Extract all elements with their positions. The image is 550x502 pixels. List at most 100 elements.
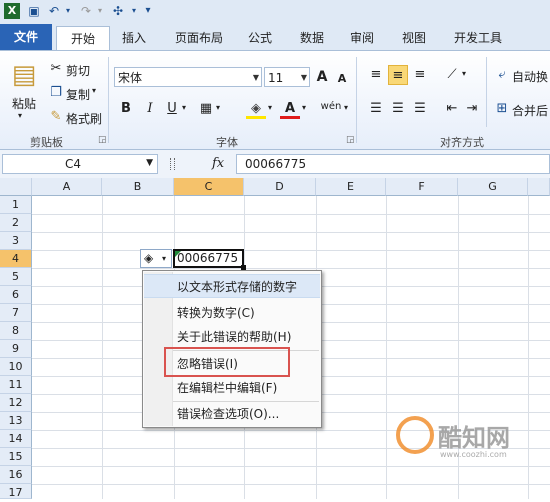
tab-developer[interactable]: 开发工具 bbox=[446, 26, 510, 50]
gridline bbox=[102, 196, 103, 499]
decrease-indent-icon[interactable]: ⇤ bbox=[442, 99, 462, 119]
font-launcher-icon[interactable]: ◲ bbox=[346, 135, 355, 145]
tab-page-layout[interactable]: 页面布局 bbox=[164, 26, 234, 50]
align-middle-icon[interactable]: ≡ bbox=[388, 65, 408, 85]
copy-button[interactable]: 复制 bbox=[66, 86, 90, 103]
select-all-corner[interactable] bbox=[0, 178, 32, 196]
shrink-font-icon[interactable]: A bbox=[332, 69, 352, 89]
row-header[interactable]: 7 bbox=[0, 304, 32, 322]
clipboard-group-label: 剪贴板 bbox=[30, 136, 63, 149]
row-header[interactable]: 11 bbox=[0, 376, 32, 394]
fill-color-dropdown-icon[interactable]: ▾ bbox=[268, 103, 272, 112]
italic-button[interactable]: I bbox=[140, 99, 160, 119]
warning-icon[interactable]: ◈ bbox=[144, 251, 153, 266]
row-header[interactable]: 9 bbox=[0, 340, 32, 358]
tab-file[interactable]: 文件 bbox=[0, 24, 52, 50]
clipboard-launcher-icon[interactable]: ◲ bbox=[98, 135, 107, 145]
copy-dropdown-icon[interactable]: ▾ bbox=[92, 86, 96, 95]
insert-function-icon[interactable]: fx bbox=[212, 156, 224, 171]
orientation-icon[interactable]: ⟋ bbox=[442, 65, 462, 85]
row-header[interactable]: 13 bbox=[0, 412, 32, 430]
tab-data[interactable]: 数据 bbox=[290, 26, 334, 50]
chevron-down-icon[interactable]: ▾ bbox=[162, 252, 166, 266]
borders-dropdown-icon[interactable]: ▾ bbox=[216, 103, 220, 112]
row-header[interactable]: 3 bbox=[0, 232, 32, 250]
redo-dropdown-icon[interactable]: ▾ bbox=[92, 3, 108, 19]
bold-button[interactable]: B bbox=[116, 99, 136, 119]
paste-dropdown-icon[interactable]: ▾ bbox=[18, 111, 22, 120]
chevron-down-icon[interactable]: ▼ bbox=[146, 158, 153, 168]
error-smart-tag[interactable]: ◈ ▾ bbox=[140, 249, 172, 268]
row-header[interactable]: 12 bbox=[0, 394, 32, 412]
tab-formulas[interactable]: 公式 bbox=[238, 26, 282, 50]
menu-item-convert-to-number[interactable]: 转换为数字(C) bbox=[144, 301, 320, 325]
align-right-icon[interactable]: ☰ bbox=[410, 99, 430, 119]
borders-icon[interactable]: ▦ bbox=[196, 99, 216, 119]
align-top-icon[interactable]: ≡ bbox=[366, 65, 386, 85]
row-header[interactable]: 17 bbox=[0, 484, 32, 499]
row-header[interactable]: 8 bbox=[0, 322, 32, 340]
column-header-a[interactable]: A bbox=[32, 178, 102, 196]
column-header-e[interactable]: E bbox=[316, 178, 386, 196]
chevron-down-icon[interactable]: ▼ bbox=[253, 68, 259, 88]
name-box[interactable]: C4 ▼ bbox=[2, 154, 158, 174]
chevron-down-icon[interactable]: ▼ bbox=[301, 68, 307, 88]
font-size-combo[interactable]: 11 ▼ bbox=[264, 67, 310, 87]
splitter-handle[interactable] bbox=[170, 158, 175, 170]
formula-input[interactable]: 00066775 bbox=[236, 154, 550, 174]
paste-button[interactable]: 粘贴 bbox=[12, 95, 36, 112]
menu-item-help[interactable]: 关于此错误的帮助(H) bbox=[144, 325, 320, 349]
column-header-d[interactable]: D bbox=[244, 178, 316, 196]
customize-qat-icon[interactable]: ▾ bbox=[140, 3, 156, 19]
increase-indent-icon[interactable]: ⇥ bbox=[462, 99, 482, 119]
row-header[interactable]: 14 bbox=[0, 430, 32, 448]
tools-icon[interactable]: ✣ bbox=[110, 3, 126, 19]
row-header[interactable]: 4 bbox=[0, 250, 32, 268]
orientation-dropdown-icon[interactable]: ▾ bbox=[462, 69, 466, 78]
tab-review[interactable]: 审阅 bbox=[340, 26, 384, 50]
phonetic-dropdown-icon[interactable]: ▾ bbox=[344, 103, 348, 112]
row-header[interactable]: 15 bbox=[0, 448, 32, 466]
font-color-icon[interactable]: A bbox=[280, 99, 300, 119]
wrap-text-icon[interactable]: ⤶ bbox=[492, 65, 512, 85]
row-header[interactable]: 1 bbox=[0, 196, 32, 214]
column-header-c[interactable]: C bbox=[174, 178, 244, 196]
column-header-h[interactable] bbox=[528, 178, 550, 196]
align-center-icon[interactable]: ☰ bbox=[388, 99, 408, 119]
row-header[interactable]: 10 bbox=[0, 358, 32, 376]
underline-dropdown-icon[interactable]: ▾ bbox=[182, 103, 186, 112]
tab-view[interactable]: 视图 bbox=[392, 26, 436, 50]
column-header-f[interactable]: F bbox=[386, 178, 458, 196]
wrap-text-button[interactable]: 自动换 bbox=[512, 68, 548, 85]
tab-insert[interactable]: 插入 bbox=[112, 26, 156, 50]
column-header-g[interactable]: G bbox=[458, 178, 528, 196]
ribbon-tabs: 文件 开始 插入 页面布局 公式 数据 审阅 视图 开发工具 bbox=[0, 24, 550, 51]
format-painter-icon[interactable]: ✎ bbox=[46, 107, 66, 127]
merge-center-icon[interactable]: ⊞ bbox=[492, 99, 512, 119]
undo-dropdown-icon[interactable]: ▾ bbox=[60, 3, 76, 19]
row-header[interactable]: 5 bbox=[0, 268, 32, 286]
scissors-icon[interactable]: ✂ bbox=[46, 59, 66, 79]
font-name-combo[interactable]: 宋体 ▼ bbox=[114, 67, 262, 87]
underline-button[interactable]: U bbox=[162, 99, 182, 119]
menu-item-edit-in-formula-bar[interactable]: 在编辑栏中编辑(F) bbox=[144, 376, 320, 400]
grow-font-icon[interactable]: A bbox=[312, 67, 332, 87]
align-left-icon[interactable]: ☰ bbox=[366, 99, 386, 119]
row-header[interactable]: 2 bbox=[0, 214, 32, 232]
row-header[interactable]: 6 bbox=[0, 286, 32, 304]
row-header[interactable]: 16 bbox=[0, 466, 32, 484]
format-painter-button[interactable]: 格式刷 bbox=[66, 110, 102, 127]
fill-color-icon[interactable]: ◈ bbox=[246, 99, 266, 119]
active-cell-c4[interactable]: 00066775 bbox=[173, 249, 244, 268]
save-icon[interactable]: ▣ bbox=[26, 3, 42, 19]
cut-button[interactable]: 剪切 bbox=[66, 62, 90, 79]
copy-icon[interactable]: ❐ bbox=[46, 83, 66, 103]
menu-item-error-checking-options[interactable]: 错误检查选项(O)... bbox=[144, 402, 320, 426]
font-color-dropdown-icon[interactable]: ▾ bbox=[302, 103, 306, 112]
tab-home[interactable]: 开始 bbox=[56, 26, 110, 51]
align-bottom-icon[interactable]: ≡ bbox=[410, 65, 430, 85]
phonetic-icon[interactable]: wén bbox=[318, 97, 344, 117]
column-header-b[interactable]: B bbox=[102, 178, 174, 196]
paste-icon[interactable]: ▤ bbox=[10, 57, 38, 93]
merge-center-button[interactable]: 合并后 bbox=[512, 102, 548, 119]
